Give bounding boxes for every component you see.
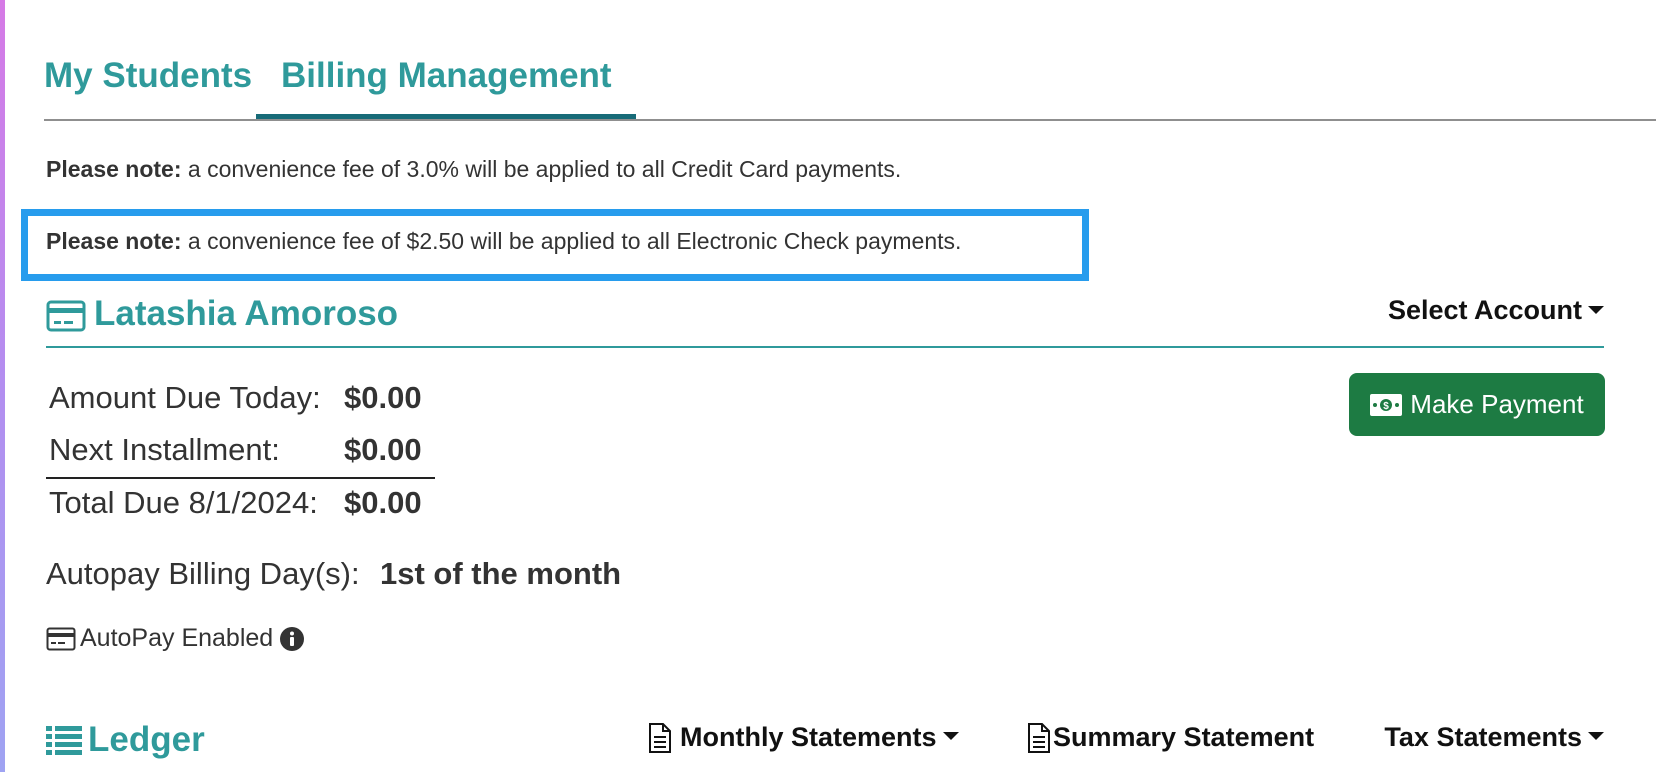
amount-value: $0.00	[344, 485, 422, 520]
document-icon	[649, 722, 671, 753]
note-prefix: Please note:	[46, 228, 182, 254]
ledger-heading: Ledger	[46, 720, 205, 760]
caret-down-icon	[1588, 305, 1604, 314]
window-edge	[0, 0, 5, 772]
tab-my-students[interactable]: My Students	[44, 54, 252, 98]
credit-card-icon	[46, 300, 86, 332]
select-account-dropdown[interactable]: Select Account	[1388, 295, 1604, 326]
summary-statement-link[interactable]: Summary Statement	[1027, 722, 1314, 753]
note-text: a convenience fee of 3.0% will be applie…	[181, 156, 902, 182]
autopay-status-text: AutoPay Enabled	[80, 624, 274, 652]
autopay-billing-days: Autopay Billing Day(s): 1st of the month	[46, 556, 621, 592]
autopay-label: Autopay Billing Day(s):	[46, 556, 360, 591]
tab-bar: My Students Billing Management	[44, 44, 1656, 121]
info-circle-icon[interactable]	[279, 626, 305, 652]
monthly-statements-label: Monthly Statements	[680, 722, 937, 752]
tab-divider	[44, 119, 1656, 121]
amount-label: Next Installment:	[49, 432, 280, 467]
account-header: Latashia Amoroso Select Account	[46, 290, 1604, 348]
monthly-statements-dropdown[interactable]: Monthly Statements	[648, 722, 959, 753]
autopay-value: 1st of the month	[380, 556, 622, 591]
document-icon	[1028, 722, 1050, 753]
caret-down-icon	[942, 731, 959, 740]
amount-value: $0.00	[344, 380, 422, 415]
note-text: a convenience fee of $2.50 will be appli…	[181, 228, 962, 254]
tax-statements-label: Tax Statements	[1384, 722, 1582, 752]
credit-card-fee-note: Please note: a convenience fee of 3.0% w…	[46, 156, 901, 183]
make-payment-button[interactable]: $ Make Payment	[1349, 373, 1605, 436]
ledger-title: Ledger	[88, 720, 205, 759]
list-icon	[46, 726, 82, 755]
note-prefix: Please note:	[46, 156, 182, 182]
amount-value: $0.00	[344, 432, 422, 467]
select-account-label: Select Account	[1387, 295, 1582, 325]
credit-card-icon	[46, 627, 76, 650]
svg-text:$: $	[1384, 401, 1390, 412]
tab-billing-management[interactable]: Billing Management	[256, 54, 636, 120]
echeck-fee-note: Please note: a convenience fee of $2.50 …	[46, 228, 961, 255]
make-payment-label: Make Payment	[1410, 389, 1584, 419]
amount-label: Total Due 8/1/2024:	[49, 485, 318, 520]
tax-statements-dropdown[interactable]: Tax Statements	[1384, 722, 1604, 753]
money-bill-icon: $	[1370, 393, 1403, 416]
account-holder-name: Latashia Amoroso	[94, 294, 399, 333]
summary-statement-label: Summary Statement	[1053, 722, 1315, 752]
autopay-status: AutoPay Enabled	[46, 624, 305, 653]
caret-down-icon	[1588, 731, 1604, 740]
amount-label: Amount Due Today:	[49, 380, 321, 415]
total-divider	[46, 477, 435, 479]
